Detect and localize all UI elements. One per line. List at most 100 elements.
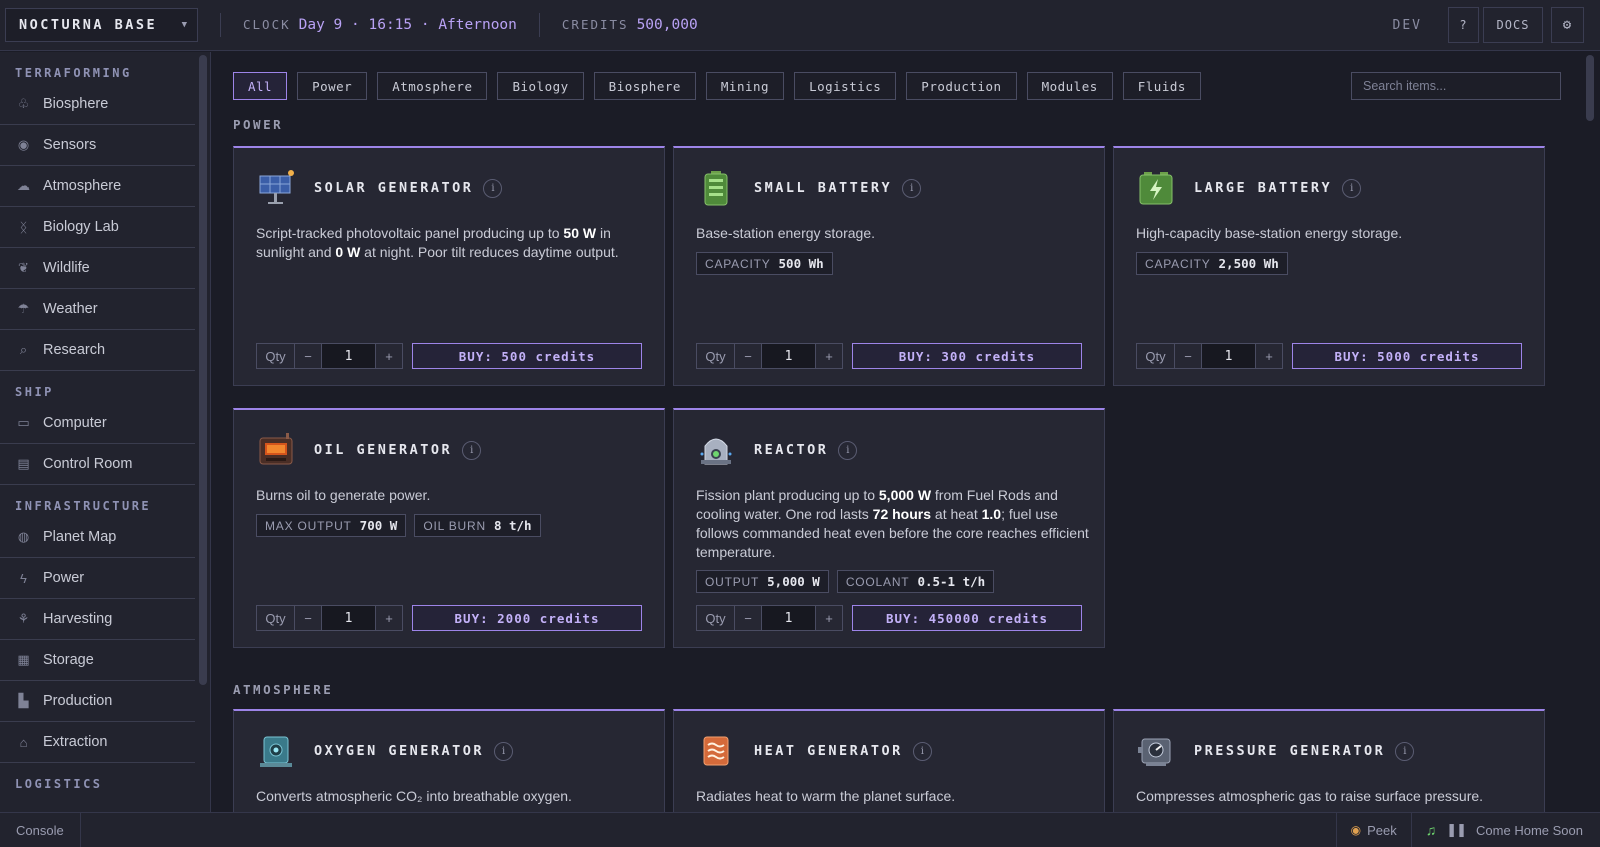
sidebar-item-research[interactable]: ⌕ Research (0, 330, 195, 371)
card-description: Compresses atmospheric gas to raise surf… (1136, 787, 1531, 806)
spec-label: OUTPUT (705, 574, 760, 589)
info-icon[interactable]: i (838, 440, 858, 460)
qty-increment-button[interactable]: + (816, 343, 843, 369)
spec-value: 700 W (359, 518, 398, 533)
sidebar-item-computer[interactable]: ▭ Computer (0, 403, 195, 444)
filter-tab-modules[interactable]: Modules (1026, 72, 1113, 100)
sidebar-item-storage[interactable]: ▦ Storage (0, 640, 195, 681)
help-button[interactable]: ? (1448, 7, 1479, 43)
sidebar-item-power[interactable]: ϟ Power (0, 558, 195, 599)
clock-label: CLOCK (243, 17, 291, 32)
item-card-oxygen: OXYGEN GENERATOR i Converts atmospheric CO… (233, 709, 665, 812)
spec-chip: OIL BURN 8 t/h (414, 514, 541, 537)
purchase-row: Qty− + BUY: 300 credits (696, 343, 1082, 369)
console-tab[interactable]: Console (0, 813, 81, 847)
pressure-generator-icon (1136, 731, 1176, 771)
card-specs: MAX OUTPUT 700 W OIL BURN 8 t/h (256, 514, 541, 537)
card-title: LARGE BATTERY (1194, 180, 1333, 196)
buy-button[interactable]: BUY: 300 credits (852, 343, 1082, 369)
sidebar-section-title: LOGISTICS (15, 777, 103, 791)
description-text: Converts atmospheric CO₂ into breathable… (256, 788, 572, 804)
info-icon[interactable]: i (1395, 741, 1415, 761)
card-title: PRESSURE GENERATOR (1194, 743, 1386, 759)
sidebar-item-atmosphere[interactable]: ☁ Atmosphere (0, 166, 195, 207)
harvest-icon: ⚘ (17, 611, 30, 626)
card-title: SOLAR GENERATOR (314, 180, 474, 196)
spec-label: MAX OUTPUT (265, 518, 352, 533)
filter-tab-production[interactable]: Production (906, 72, 1017, 100)
item-card-oil: OIL GENERATOR i Burns oil to generate powe… (233, 408, 665, 648)
peek-label: Peek (1367, 822, 1397, 838)
pause-icon[interactable]: ❚❚ (1446, 822, 1467, 838)
sidebar-item-harvesting[interactable]: ⚘ Harvesting (0, 599, 195, 640)
spec-label: COOLANT (845, 574, 910, 589)
boxes-icon: ▦ (17, 652, 30, 667)
peek-button[interactable]: ◉ Peek (1335, 813, 1411, 847)
filter-tab-logistics[interactable]: Logistics (794, 72, 897, 100)
quantity-input[interactable] (1202, 343, 1256, 369)
quantity-input[interactable] (762, 343, 816, 369)
info-icon[interactable]: i (912, 741, 932, 761)
info-icon[interactable]: i (483, 178, 503, 198)
filter-tab-biosphere[interactable]: Biosphere (593, 72, 696, 100)
qty-increment-button[interactable]: + (816, 605, 843, 631)
bolt-icon: ϟ (20, 570, 27, 586)
sidebar-item-label: Biology Lab (43, 219, 119, 235)
gear-icon[interactable]: ⚙ (1551, 7, 1584, 43)
sidebar-section-title: TERRAFORMING (15, 66, 132, 80)
sidebar-item-label: Weather (43, 301, 98, 317)
buy-button[interactable]: BUY: 500 credits (412, 343, 642, 369)
buy-button[interactable]: BUY: 450000 credits (852, 605, 1082, 631)
qty-label: Qty (1136, 343, 1175, 369)
buy-button[interactable]: BUY: 5000 credits (1292, 343, 1522, 369)
card-specs: CAPACITY 2,500 Wh (1136, 252, 1288, 275)
sidebar-item-biology-lab[interactable]: ᛝ Biology Lab (0, 207, 195, 248)
sidebar-item-wildlife[interactable]: ❦ Wildlife (0, 248, 195, 289)
music-note-icon: ♫ (1425, 822, 1437, 838)
qty-decrement-button[interactable]: − (295, 343, 322, 369)
sidebar-item-sensors[interactable]: ◉ Sensors (0, 125, 195, 166)
card-header: HEAT GENERATOR i (696, 731, 932, 771)
paw-icon: ❦ (18, 260, 29, 275)
sidebar-item-weather[interactable]: ☂ Weather (0, 289, 195, 330)
main-scrollbar[interactable] (1586, 55, 1594, 121)
qty-decrement-button[interactable]: − (735, 343, 762, 369)
qty-decrement-button[interactable]: − (295, 605, 322, 631)
item-card-heat: HEAT GENERATOR i Radiates heat to warm the… (673, 709, 1105, 812)
sidebar-item-control-room[interactable]: ▤ Control Room (0, 444, 195, 485)
quantity-input[interactable] (322, 343, 376, 369)
info-icon[interactable]: i (494, 741, 514, 761)
info-icon[interactable]: i (1342, 178, 1362, 198)
sidebar-item-biosphere[interactable]: ♧ Biosphere (0, 84, 195, 125)
qty-decrement-button[interactable]: − (1175, 343, 1202, 369)
qty-increment-button[interactable]: + (376, 605, 403, 631)
filter-tab-all[interactable]: All (233, 72, 288, 100)
search-input[interactable] (1351, 72, 1561, 100)
reactor-icon (696, 430, 736, 470)
qty-increment-button[interactable]: + (1256, 343, 1283, 369)
info-icon[interactable]: i (462, 440, 482, 460)
card-description: Radiates heat to warm the planet surface… (696, 787, 1091, 806)
base-selector[interactable]: NOCTURNA BASE ▼ (5, 8, 198, 42)
qty-decrement-button[interactable]: − (735, 605, 762, 631)
sidebar-scrollbar[interactable] (199, 55, 207, 685)
filter-tab-mining[interactable]: Mining (705, 72, 785, 100)
sidebar-item-extraction[interactable]: ⌂ Extraction (0, 722, 195, 763)
globe-icon: ◍ (17, 529, 30, 544)
sidebar-item-label: Control Room (43, 456, 133, 472)
qty-increment-button[interactable]: + (376, 343, 403, 369)
docs-button[interactable]: DOCS (1483, 7, 1543, 43)
info-icon[interactable]: i (902, 178, 922, 198)
filter-tab-atmosphere[interactable]: Atmosphere (377, 72, 488, 100)
quantity-input[interactable] (322, 605, 376, 631)
music-player: ♫ ❚❚ Come Home Soon (1410, 813, 1600, 847)
filter-tab-biology[interactable]: Biology (497, 72, 584, 100)
filter-tab-power[interactable]: Power (297, 72, 368, 100)
buy-button[interactable]: BUY: 2000 credits (412, 605, 642, 631)
quantity-input[interactable] (762, 605, 816, 631)
sidebar-item-label: Biosphere (43, 96, 109, 112)
sidebar-item-planet-map[interactable]: ◍ Planet Map (0, 517, 195, 558)
sidebar-item-production[interactable]: ▙ Production (0, 681, 195, 722)
filter-tab-fluids[interactable]: Fluids (1122, 72, 1201, 100)
bottom-right: ◉ Peek ♫ ❚❚ Come Home Soon (1335, 813, 1600, 847)
